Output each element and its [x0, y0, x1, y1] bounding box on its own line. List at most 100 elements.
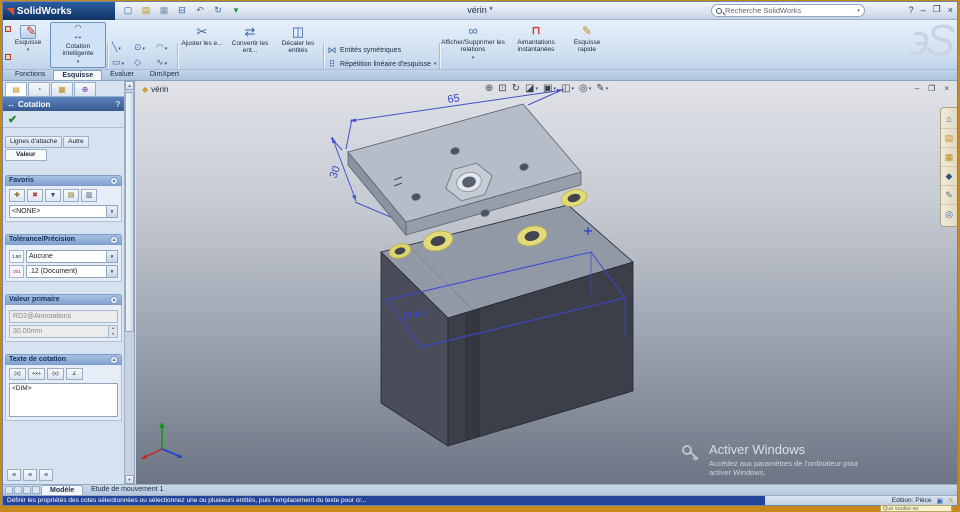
collapse-icon[interactable]: [110, 176, 118, 185]
primary-value-section-header[interactable]: Valeur primaire: [5, 294, 122, 305]
doc-close-button[interactable]: ×: [944, 84, 949, 93]
center-text-button[interactable]: +x+: [28, 368, 45, 380]
tab-esquisse[interactable]: Esquisse: [53, 70, 103, 80]
view-orientation-icon[interactable]: ▣ ▾: [543, 83, 556, 94]
tab-valeur[interactable]: Valeur: [5, 149, 47, 161]
zoom-area-icon[interactable]: ⊡: [498, 83, 506, 94]
convert-entities-button[interactable]: ⇄ Convertir les ent...: [227, 23, 273, 55]
design-library-tab-icon[interactable]: ▤: [941, 129, 957, 148]
appearance-tab[interactable]: ▦: [51, 82, 73, 96]
trim-entities-button[interactable]: ✂ Ajuster les e...: [179, 23, 225, 47]
tab-autre[interactable]: Autre: [63, 136, 89, 148]
favoris-dropdown[interactable]: <NONE> ▼: [9, 205, 118, 218]
tab-dimxpert[interactable]: DimXpert: [142, 70, 187, 80]
chevron-down-icon[interactable]: ▼: [106, 206, 117, 217]
resources-tab-icon[interactable]: ⌂: [941, 110, 957, 129]
close-button[interactable]: ×: [948, 5, 953, 15]
display-style-icon[interactable]: ◫ ▾: [561, 83, 574, 94]
appearances-tab-icon[interactable]: ✎: [941, 186, 957, 205]
undo-icon[interactable]: ↶: [193, 4, 207, 17]
load-favorite-button[interactable]: ▤: [63, 189, 79, 202]
chevron-down-icon[interactable]: ▼: [106, 266, 117, 277]
precision-dropdown[interactable]: .12 (Document) ▼: [26, 265, 118, 278]
angle-text-button[interactable]: ∠: [66, 368, 83, 380]
model-canvas[interactable]: 65 30 Plan1: [136, 81, 957, 484]
tolerance-type-dropdown[interactable]: Aucune ▼: [26, 250, 118, 263]
scroll-down-icon[interactable]: ▼: [125, 475, 134, 484]
scroll-up-icon[interactable]: ▲: [125, 81, 134, 90]
zoom-fit-icon[interactable]: ⊕: [485, 83, 493, 94]
collapse-icon[interactable]: [110, 295, 118, 304]
value-spinner[interactable]: ▲ ▼: [108, 326, 117, 337]
tags-icon[interactable]: ✎: [948, 497, 954, 505]
line-tool-icon[interactable]: ╲▾: [110, 41, 132, 56]
favoris-section-header[interactable]: Favoris: [5, 175, 122, 186]
parentheses-button[interactable]: (x): [9, 368, 26, 380]
offset-text-button[interactable]: (x): [47, 368, 64, 380]
feature-tree-root[interactable]: ◆ vérin: [142, 85, 169, 94]
doc-restore-button[interactable]: ❐: [928, 84, 935, 93]
file-explorer-tab-icon[interactable]: ▦: [941, 148, 957, 167]
circle-tool-icon[interactable]: ⊙▾: [132, 41, 154, 56]
save-favorite-button[interactable]: ▼: [45, 189, 61, 202]
splitter-handle[interactable]: [32, 486, 40, 494]
minimize-button[interactable]: –: [921, 5, 926, 15]
collapse-icon[interactable]: [110, 235, 118, 244]
display-delete-relations-button[interactable]: ∞ Afficher/Supprimer les relations ▾: [441, 23, 505, 62]
help-button[interactable]: ?: [909, 5, 914, 15]
splitter-handle[interactable]: [23, 486, 31, 494]
open-icon[interactable]: ▤: [139, 4, 153, 17]
doc-minimize-button[interactable]: –: [915, 84, 919, 93]
align-center-button[interactable]: ≡: [23, 469, 37, 481]
smart-dimension-button[interactable]: Cotation intelligente ▾: [50, 22, 106, 68]
section-view-icon[interactable]: ◪ ▾: [525, 83, 538, 94]
new-document-icon[interactable]: ▢: [121, 4, 135, 17]
rectangle-tool-icon[interactable]: ▭▾: [110, 56, 132, 69]
dimension-text-input[interactable]: <DIM>: [9, 383, 118, 417]
custom-properties-icon[interactable]: ▣: [937, 497, 944, 505]
view-palette-tab-icon[interactable]: ◆: [941, 167, 957, 186]
property-manager-tab[interactable]: ▤: [5, 82, 27, 96]
search-dropdown-icon[interactable]: ▾: [857, 8, 860, 14]
rapid-sketch-button[interactable]: ✎ Esquisse rapide: [565, 23, 609, 54]
dimension-65-label[interactable]: 65: [447, 92, 461, 106]
rotate-view-icon[interactable]: ↻: [512, 83, 520, 94]
custom-properties-tab-icon[interactable]: ◎: [941, 205, 957, 224]
print-icon[interactable]: ⊟: [175, 4, 189, 17]
chevron-down-icon[interactable]: ▼: [106, 251, 117, 262]
tab-etude-mouvement[interactable]: Etude de mouvement 1: [83, 485, 171, 495]
panel-scrollbar[interactable]: ▲ ▼: [124, 81, 134, 484]
spline-tool-icon[interactable]: ∿▾: [154, 56, 176, 69]
maximize-button[interactable]: ❐: [933, 4, 941, 15]
hide-show-icon[interactable]: ◎ ▾: [579, 83, 591, 94]
align-left-button[interactable]: ≡: [7, 469, 21, 481]
rebuild-icon[interactable]: ↻: [211, 4, 225, 17]
sketch-button[interactable]: Esquisse ▾: [8, 22, 48, 68]
dimxpert-tab[interactable]: ⊕: [74, 82, 96, 96]
dimension-text-section-header[interactable]: Texte de cotation: [5, 354, 122, 365]
options-dropdown-icon[interactable]: ▾: [229, 4, 243, 17]
save-icon[interactable]: ▦: [157, 4, 171, 17]
ok-check-button[interactable]: ✔: [8, 113, 17, 126]
arc-tool-icon[interactable]: ◠▾: [154, 41, 176, 56]
search-input[interactable]: Recherche SolidWorks: [725, 6, 801, 15]
scrollbar-thumb[interactable]: [125, 92, 134, 332]
delete-favorite-button[interactable]: ✖: [27, 189, 43, 202]
polygon-tool-icon[interactable]: ◇: [132, 56, 154, 69]
search-box[interactable]: Recherche SolidWorks ▾: [711, 4, 865, 17]
align-right-button[interactable]: ≡: [39, 469, 53, 481]
linear-pattern-button[interactable]: ⠿ Répétition linéaire d'esquisse ▾: [327, 57, 439, 69]
collapse-icon[interactable]: [110, 355, 118, 364]
splitter-handle[interactable]: [14, 486, 22, 494]
tab-lignes-attache[interactable]: Lignes d'attache: [5, 136, 63, 148]
tab-fonctions[interactable]: Fonctions: [7, 70, 53, 80]
edit-appearance-icon[interactable]: ✎ ▾: [596, 83, 608, 94]
tolerance-section-header[interactable]: Tolérance/Précision: [5, 234, 122, 245]
panel-help-icon[interactable]: ?: [116, 100, 120, 109]
mirror-entities-button[interactable]: ⋈ Entités symétriques: [327, 43, 439, 57]
add-favorite-button[interactable]: ✚: [9, 189, 25, 202]
graphics-viewport[interactable]: 65 30 Plan1 ◆ vérin ⊕ ⊡ ↻ ◪ ▾ ▣ ▾ ◫ ▾ ◎ …: [136, 81, 957, 484]
tab-modele[interactable]: Modèle: [41, 485, 84, 495]
quick-snaps-button[interactable]: ⊓ Aimantations instantanées: [509, 23, 563, 54]
configuration-tab[interactable]: ◔: [28, 82, 50, 96]
